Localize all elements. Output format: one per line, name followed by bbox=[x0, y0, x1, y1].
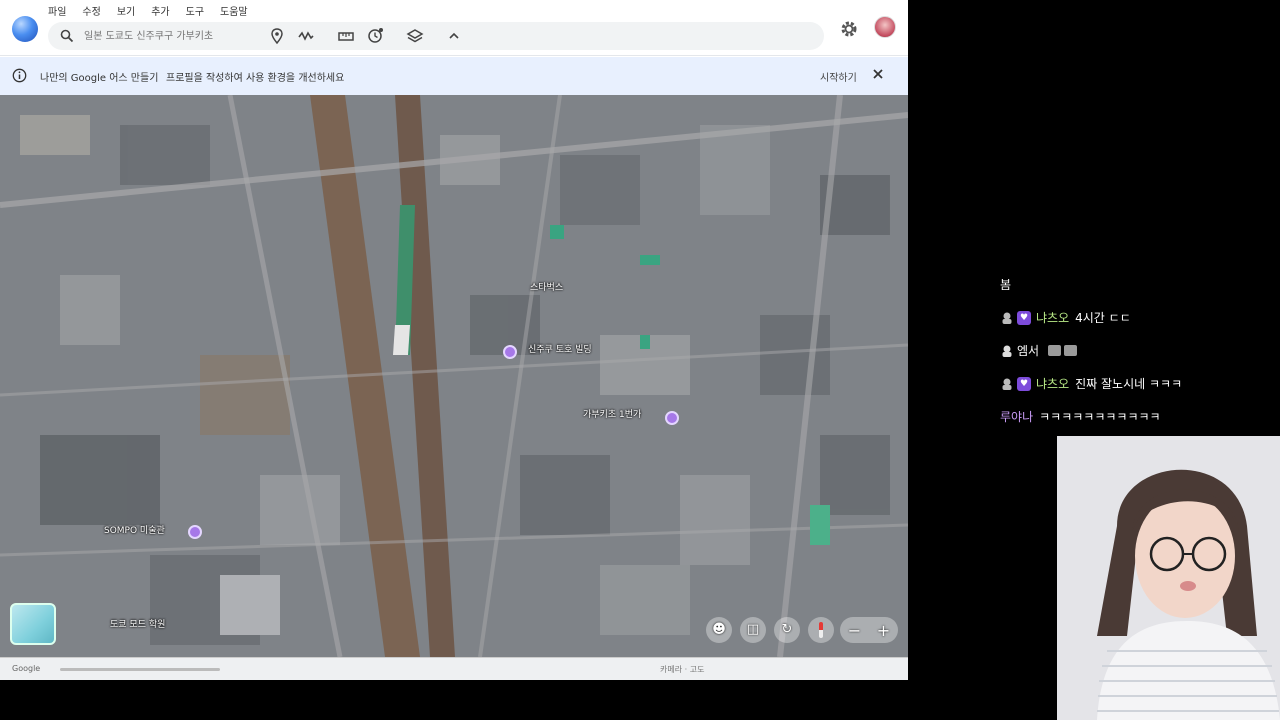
subscriber-badge-icon: ♥ bbox=[1017, 310, 1031, 325]
map-label[interactable]: 스타벅스 bbox=[530, 280, 563, 293]
user-icon bbox=[1002, 345, 1012, 357]
zoom-controls: − + bbox=[840, 617, 898, 643]
status-attribution: Google bbox=[12, 664, 41, 673]
profile-banner: 나만의 Google 어스 만들기 프로필을 작성하여 사용 환경을 개선하세요… bbox=[0, 57, 908, 95]
emote-icon bbox=[1064, 345, 1078, 356]
close-icon[interactable] bbox=[870, 66, 886, 82]
emote-icon bbox=[1048, 345, 1062, 356]
subscriber-badge-icon: ♥ bbox=[1017, 376, 1031, 391]
menu-bar: 파일 수정 보기 추가 도구 도움말 bbox=[48, 3, 264, 18]
menu-file[interactable]: 파일 bbox=[48, 3, 66, 18]
menu-edit[interactable]: 수정 bbox=[82, 3, 100, 18]
3d-icon[interactable]: ◫ bbox=[740, 617, 766, 643]
webcam-feed bbox=[1057, 436, 1280, 720]
search-icon[interactable] bbox=[60, 29, 74, 43]
chat-username[interactable]: 루야나 bbox=[1000, 408, 1033, 425]
chat-message: ♥ 냐츠오 진짜 잘노시네 ㅋㅋㅋ bbox=[1000, 375, 1182, 392]
menu-help[interactable]: 도움말 bbox=[220, 3, 248, 18]
chat-text: 4시간 ㄷㄷ bbox=[1075, 311, 1131, 325]
chat-text: ㅋㅋㅋㅋㅋㅋㅋㅋㅋㅋㅋ bbox=[1039, 410, 1161, 424]
status-bar: Google 카메라 · 고도 bbox=[0, 657, 908, 680]
menu-add[interactable]: 추가 bbox=[151, 3, 169, 18]
map-label[interactable]: 가부키초 1번가 bbox=[583, 407, 641, 420]
layers-icon[interactable] bbox=[406, 27, 424, 45]
history-icon[interactable] bbox=[366, 27, 384, 45]
menu-view[interactable]: 보기 bbox=[117, 3, 135, 18]
satellite-map-view[interactable]: SOMPO 미술관 도쿄 모드 학원 신주쿠 토호 빌딩 가부키초 1번가 스타… bbox=[0, 95, 908, 657]
poi-marker[interactable] bbox=[503, 345, 517, 359]
timeline-slider[interactable] bbox=[60, 668, 220, 671]
top-toolbar: 파일 수정 보기 추가 도구 도움말 bbox=[0, 0, 908, 56]
google-earth-logo[interactable] bbox=[12, 16, 38, 42]
map-label[interactable]: 신주쿠 토호 빌딩 bbox=[528, 342, 592, 355]
chat-username[interactable]: 엠서 bbox=[1017, 342, 1039, 359]
chat-text: 진짜 잘노시네 ㅋㅋㅋ bbox=[1075, 377, 1183, 391]
compass-icon[interactable] bbox=[808, 617, 834, 643]
streamer-illustration bbox=[1057, 436, 1280, 720]
satellite-imagery bbox=[0, 95, 908, 657]
map-label[interactable]: SOMPO 미술관 bbox=[104, 523, 165, 536]
user-icon bbox=[1002, 312, 1012, 324]
compass-needle bbox=[819, 622, 823, 638]
chat-message: 봄 bbox=[1000, 276, 1011, 293]
poi-marker[interactable] bbox=[188, 525, 202, 539]
search-input[interactable] bbox=[84, 26, 244, 46]
avatar[interactable] bbox=[874, 16, 896, 38]
chevron-up-icon[interactable] bbox=[445, 27, 463, 45]
user-icon bbox=[1002, 378, 1012, 390]
map-label[interactable]: 도쿄 모드 학원 bbox=[110, 617, 165, 630]
info-icon bbox=[12, 68, 27, 83]
ruler-icon[interactable] bbox=[337, 27, 355, 45]
chat-username[interactable]: 냐츠오 bbox=[1036, 309, 1069, 326]
location-pin-icon[interactable] bbox=[268, 27, 286, 45]
minimap-thumbnail[interactable] bbox=[10, 603, 56, 645]
search-bar[interactable] bbox=[48, 22, 824, 50]
poi-marker[interactable] bbox=[665, 411, 679, 425]
pegman-icon[interactable]: ☻ bbox=[706, 617, 732, 643]
zoom-out-button[interactable]: − bbox=[848, 621, 861, 640]
path-icon[interactable] bbox=[297, 27, 315, 45]
camera-status: 카메라 · 고도 bbox=[660, 665, 705, 674]
banner-title: 나만의 Google 어스 만들기 bbox=[40, 73, 159, 84]
chat-message: ♥ 냐츠오 4시간 ㄷㄷ bbox=[1000, 309, 1131, 326]
zoom-in-button[interactable]: + bbox=[877, 621, 890, 640]
chat-text: 봄 bbox=[1000, 278, 1012, 292]
menu-tools[interactable]: 도구 bbox=[186, 3, 204, 18]
chat-message: 루야나 ㅋㅋㅋㅋㅋㅋㅋㅋㅋㅋㅋ bbox=[1000, 408, 1161, 425]
chat-username[interactable]: 냐츠오 bbox=[1036, 375, 1069, 392]
rotate-icon[interactable]: ↻ bbox=[774, 617, 800, 643]
chat-message: 엠서 bbox=[1000, 342, 1078, 359]
start-button[interactable]: 시작하기 bbox=[820, 69, 857, 84]
banner-text: 프로필을 작성하여 사용 환경을 개선하세요 bbox=[166, 73, 345, 84]
gear-icon[interactable] bbox=[838, 18, 860, 40]
google-earth-window: 파일 수정 보기 추가 도구 도움말 일본 도쿄도 신주쿠구 가부키초 나만의 … bbox=[0, 0, 908, 680]
